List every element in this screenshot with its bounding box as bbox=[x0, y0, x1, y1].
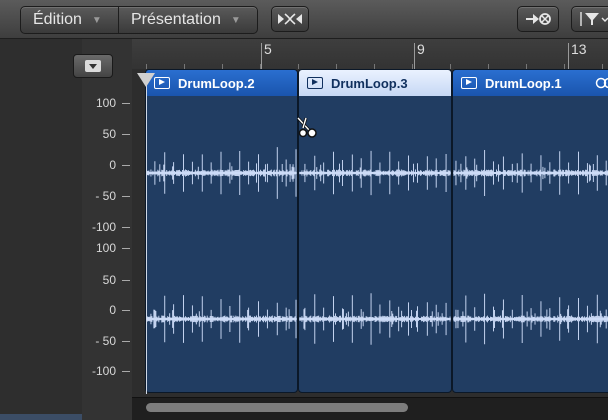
filter-button[interactable] bbox=[571, 6, 608, 32]
audio-track-editor: Édition ▼ Présentation ▼ 100 50 0 - 50 -… bbox=[0, 0, 608, 420]
scale-label: -100 bbox=[91, 364, 116, 378]
scale-tick bbox=[122, 227, 130, 228]
waveform-path bbox=[146, 147, 297, 343]
audio-waveform bbox=[453, 150, 608, 345]
waveform-path bbox=[299, 150, 451, 345]
chevron-down-icon: ▼ bbox=[230, 14, 241, 26]
audio-region-icon bbox=[154, 77, 170, 89]
scale-label: 50 bbox=[102, 273, 116, 287]
audio-waveform bbox=[146, 147, 297, 343]
flex-tool-button[interactable] bbox=[271, 6, 309, 32]
region-header[interactable]: DrumLoop.3 bbox=[299, 70, 451, 96]
chevron-down-icon: ▼ bbox=[91, 14, 102, 26]
amplitude-scale: 100 50 0 - 50 -100 100 50 0 - 50 -100 bbox=[82, 96, 132, 384]
scale-label: 50 bbox=[102, 127, 116, 141]
playhead-line[interactable] bbox=[146, 74, 147, 394]
scale-label: 100 bbox=[95, 241, 116, 255]
track-header-panel: 100 50 0 - 50 -100 100 50 0 - 50 -100 bbox=[0, 39, 133, 420]
scale-tick bbox=[122, 103, 130, 104]
waveform-path bbox=[453, 150, 608, 345]
scale-tick bbox=[122, 371, 130, 372]
catch-playhead-button[interactable] bbox=[517, 6, 559, 32]
disclosure-button[interactable] bbox=[73, 54, 113, 78]
region-drumloop-1[interactable]: DrumLoop.1 bbox=[452, 69, 608, 393]
scale-tick bbox=[122, 341, 130, 342]
scale-label: 0 bbox=[109, 158, 116, 172]
bar-ruler[interactable]: 5 9 13 bbox=[132, 39, 608, 70]
ruler-bar-number: 5 bbox=[264, 41, 272, 57]
loop-icon bbox=[595, 77, 608, 89]
scissors-icon bbox=[296, 116, 317, 138]
view-menu-label: Présentation bbox=[131, 11, 221, 28]
region-header[interactable]: DrumLoop.2 bbox=[146, 70, 297, 96]
ruler-bar-number: 13 bbox=[571, 41, 587, 57]
scale-label: 100 bbox=[95, 96, 116, 110]
scale-tick bbox=[122, 196, 130, 197]
ruler-major-tick bbox=[568, 43, 569, 69]
region-label: DrumLoop.2 bbox=[178, 75, 255, 91]
edit-menu-button[interactable]: Édition ▼ bbox=[21, 7, 118, 33]
scrollbar-thumb[interactable] bbox=[146, 403, 408, 412]
scale-tick bbox=[122, 165, 130, 166]
region-label: DrumLoop.1 bbox=[485, 75, 562, 91]
menu-group: Édition ▼ Présentation ▼ bbox=[20, 6, 258, 34]
track-area[interactable]: DrumLoop.2 DrumLoop.3 DrumLoop.1 bbox=[132, 69, 608, 397]
region-drumloop-2[interactable]: DrumLoop.2 bbox=[145, 69, 298, 393]
horizontal-scrollbar[interactable] bbox=[132, 397, 608, 420]
catch-playhead-icon bbox=[526, 13, 551, 25]
playhead-marker[interactable] bbox=[137, 73, 155, 87]
scale-tick bbox=[122, 248, 130, 249]
disclosure-triangle-icon bbox=[85, 60, 101, 72]
ruler-major-tick bbox=[414, 43, 415, 69]
scale-label: - 50 bbox=[95, 334, 116, 348]
toolbar: Édition ▼ Présentation ▼ bbox=[0, 0, 608, 39]
region-header[interactable]: DrumLoop.1 bbox=[453, 70, 608, 96]
scale-label: 0 bbox=[109, 303, 116, 317]
track-header-strip-edge bbox=[0, 414, 82, 420]
view-menu-button[interactable]: Présentation ▼ bbox=[118, 7, 257, 33]
region-drumloop-3[interactable]: DrumLoop.3 bbox=[298, 69, 452, 393]
flex-tool-icon bbox=[278, 13, 302, 25]
ruler-major-tick bbox=[261, 43, 262, 69]
region-label: DrumLoop.3 bbox=[331, 75, 408, 91]
scale-tick bbox=[122, 310, 130, 311]
edit-menu-label: Édition bbox=[33, 11, 82, 28]
scale-tick bbox=[122, 280, 130, 281]
audio-region-icon bbox=[307, 77, 323, 89]
audio-waveform bbox=[299, 150, 451, 345]
scale-tick bbox=[122, 134, 130, 135]
audio-region-icon bbox=[461, 77, 477, 89]
scale-label: - 50 bbox=[95, 189, 116, 203]
scale-label: -100 bbox=[91, 220, 116, 234]
ruler-bar-number: 9 bbox=[417, 41, 425, 57]
filter-icon bbox=[579, 12, 608, 26]
track-header-strip bbox=[0, 39, 82, 420]
